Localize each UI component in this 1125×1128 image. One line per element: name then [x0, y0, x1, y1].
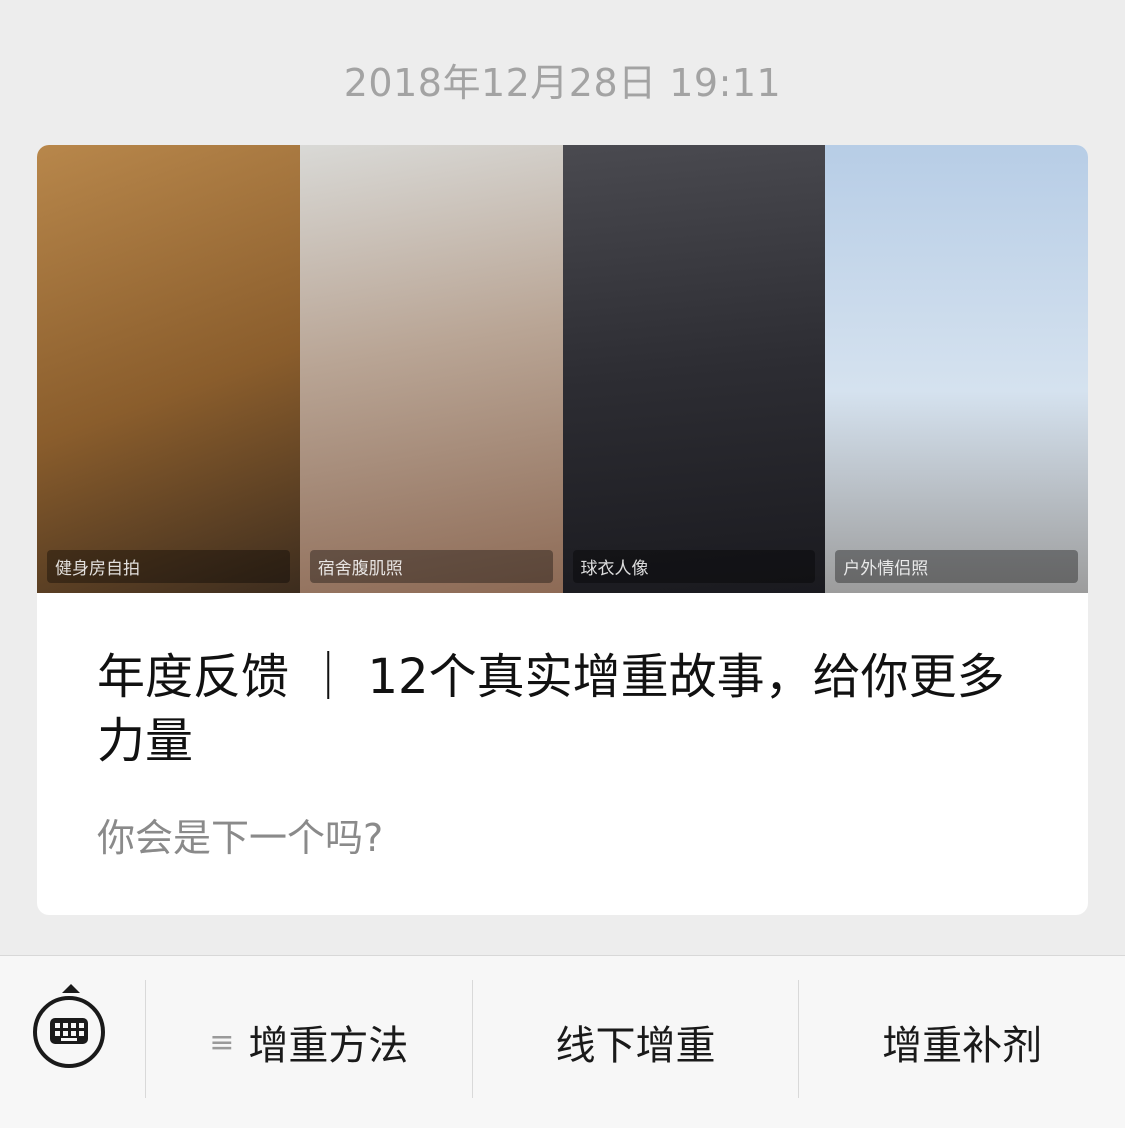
cover-photo-label: 健身房自拍: [47, 550, 290, 583]
cover-photo-1: 健身房自拍: [37, 145, 300, 593]
cover-photo-label: 宿舍腹肌照: [309, 550, 553, 583]
submenu-list-icon: ≡: [209, 1024, 235, 1060]
menu-item-weight-gain-supplements[interactable]: 增重补剂: [799, 956, 1125, 1128]
cover-photo-4: 户外情侣照: [825, 145, 1088, 593]
cover-photo-3: 球衣人像: [562, 145, 826, 593]
article-card[interactable]: 健身房自拍 宿舍腹肌照 球衣人像 户外情侣照 年度反馈 ｜ 12个真实增重故事，…: [37, 145, 1088, 915]
menu-item-weight-gain-methods[interactable]: ≡ 增重方法: [146, 956, 472, 1128]
bottom-menu-bar: ≡ 增重方法 线下增重 增重补剂: [0, 955, 1125, 1128]
cover-photo-2: 宿舍腹肌照: [299, 145, 563, 593]
cover-photo-label: 球衣人像: [572, 550, 816, 583]
keyboard-icon[interactable]: [33, 996, 105, 1068]
menu-item-offline-weight-gain[interactable]: 线下增重: [473, 956, 799, 1128]
keyboard-keys-icon: [50, 1018, 88, 1044]
article-cover-image[interactable]: 健身房自拍 宿舍腹肌照 球衣人像 户外情侣照: [37, 145, 1088, 593]
menu-item-label: 增重补剂: [882, 1023, 1043, 1069]
caret-up-icon: [62, 984, 80, 993]
keyboard-toggle-zone[interactable]: [0, 956, 145, 1128]
article-subtitle: 你会是下一个吗?: [97, 816, 384, 860]
cover-photo-label: 户外情侣照: [835, 550, 1078, 583]
message-timestamp: 2018年12月28日 19:11: [343, 61, 782, 105]
article-title[interactable]: 年度反馈 ｜ 12个真实增重故事，给你更多力量: [97, 645, 1027, 773]
menu-item-label: 线下增重: [555, 1023, 716, 1069]
menu-item-label: 增重方法: [248, 1023, 409, 1069]
